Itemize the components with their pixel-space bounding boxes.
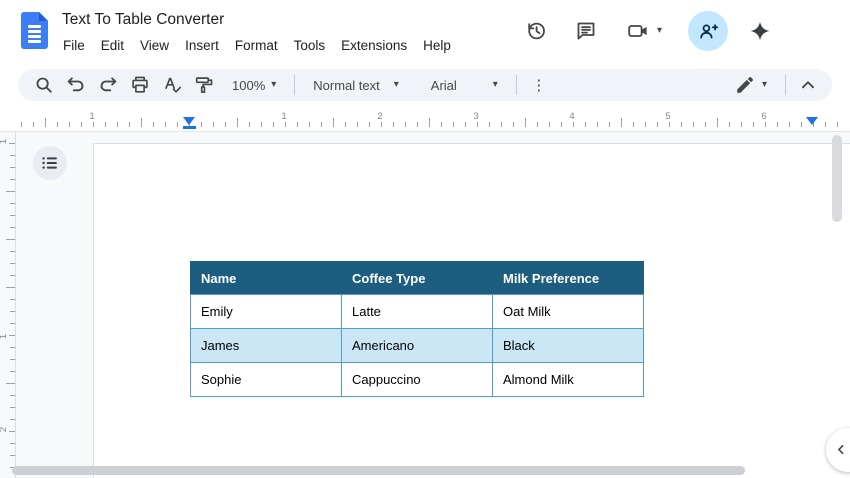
toolbar-divider — [785, 75, 786, 95]
horizontal-scrollbar[interactable] — [12, 466, 745, 475]
ruler-label: 6 — [759, 111, 768, 122]
share-button[interactable] — [688, 11, 728, 51]
undo-icon[interactable] — [64, 73, 88, 97]
table-cell[interactable]: Almond Milk — [493, 363, 644, 397]
table-cell[interactable]: Black — [493, 329, 644, 363]
menu-view[interactable]: View — [132, 36, 177, 55]
table-row-highlighted: James Americano Black — [191, 329, 644, 363]
table-cell[interactable]: Sophie — [191, 363, 342, 397]
vertical-ruler — [15, 132, 16, 478]
person-add-icon — [696, 19, 720, 43]
menu-tools[interactable]: Tools — [286, 36, 334, 55]
menu-format[interactable]: Format — [227, 36, 286, 55]
zoom-select[interactable]: 100% ▾ — [226, 73, 282, 97]
zoom-value: 100% — [232, 78, 265, 93]
table-header-cell[interactable]: Coffee Type — [342, 262, 493, 295]
ruler-label: 5 — [663, 111, 672, 122]
logo-fold-shadow — [39, 12, 48, 21]
paint-format-icon[interactable] — [192, 73, 216, 97]
table-header-row: Name Coffee Type Milk Preference — [191, 262, 644, 295]
docs-logo-icon[interactable] — [21, 12, 48, 49]
table-header-cell[interactable]: Milk Preference — [493, 262, 644, 295]
font-value: Arial — [431, 78, 457, 93]
ruler-label: 2 — [0, 425, 9, 434]
table-cell[interactable]: James — [191, 329, 342, 363]
ruler-label: 1 — [87, 111, 96, 122]
horizontal-ruler: 1 1 2 3 4 5 6 — [0, 105, 850, 132]
table-cell[interactable]: Americano — [342, 329, 493, 363]
toolbar: 100% ▾ Normal text ▾ Arial ▾ ⋮ ▾ — [18, 69, 832, 101]
ruler-label: 1 — [0, 332, 9, 341]
editing-mode-select[interactable]: ▾ — [728, 73, 773, 97]
chevron-down-icon: ▾ — [493, 80, 498, 90]
font-select[interactable]: Arial ▾ — [425, 73, 504, 97]
menu-help[interactable]: Help — [415, 36, 459, 55]
gemini-sparkle-icon[interactable] — [748, 19, 772, 43]
vertical-scrollbar[interactable] — [832, 135, 842, 222]
ruler-ticks — [45, 118, 845, 127]
document-table: Name Coffee Type Milk Preference Emily L… — [190, 261, 644, 397]
table-row: Emily Latte Oat Milk — [191, 295, 644, 329]
ruler-label: 4 — [567, 111, 576, 122]
video-call-button[interactable]: ▾ — [626, 19, 662, 43]
comments-icon[interactable] — [574, 19, 598, 43]
top-actions: ▾ — [524, 9, 772, 53]
chevron-left-icon — [831, 440, 850, 460]
document-outline-button[interactable] — [33, 146, 67, 180]
document-page[interactable]: Name Coffee Type Milk Preference Emily L… — [93, 143, 850, 478]
search-icon[interactable] — [32, 73, 56, 97]
video-camera-icon — [626, 19, 652, 43]
toolbar-divider — [294, 75, 295, 95]
table-cell[interactable]: Emily — [191, 295, 342, 329]
menu-bar: File Edit View Insert Format Tools Exten… — [55, 36, 459, 55]
ruler-label: 2 — [375, 111, 384, 122]
hide-menus-chevron-up-icon[interactable] — [796, 73, 820, 97]
style-value: Normal text — [313, 78, 379, 93]
document-title[interactable]: Text To Table Converter — [62, 11, 224, 29]
left-indent-marker[interactable] — [183, 117, 195, 125]
outline-list-icon — [39, 152, 61, 174]
toolbar-divider — [516, 75, 517, 95]
table-cell[interactable]: Latte — [342, 295, 493, 329]
pencil-icon — [734, 74, 756, 96]
top-bar: Text To Table Converter File Edit View I… — [0, 0, 850, 62]
chevron-down-icon: ▾ — [271, 80, 276, 90]
paragraph-style-select[interactable]: Normal text ▾ — [307, 73, 405, 97]
chevron-down-icon: ▾ — [657, 26, 662, 36]
chevron-down-icon: ▾ — [394, 80, 399, 90]
menu-file[interactable]: File — [55, 36, 93, 55]
ruler-label: 3 — [471, 111, 480, 122]
menu-extensions[interactable]: Extensions — [333, 36, 415, 55]
left-margin-marker[interactable] — [183, 126, 196, 129]
document-canvas: 1 1 2 Name Coffee Type Milk Preference — [0, 132, 850, 478]
table-cell[interactable]: Cappuccino — [342, 363, 493, 397]
menu-edit[interactable]: Edit — [93, 36, 132, 55]
redo-icon[interactable] — [96, 73, 120, 97]
spell-check-icon[interactable] — [160, 73, 184, 97]
table-header-cell[interactable]: Name — [191, 262, 342, 295]
version-history-icon[interactable] — [524, 19, 548, 43]
right-indent-marker[interactable] — [806, 117, 818, 125]
ruler-label: 1 — [279, 111, 288, 122]
menu-insert[interactable]: Insert — [177, 36, 227, 55]
google-docs-app: Text To Table Converter File Edit View I… — [0, 0, 850, 478]
more-options-icon[interactable]: ⋮ — [527, 73, 551, 97]
ruler-label: 1 — [0, 137, 9, 146]
chevron-down-icon: ▾ — [762, 80, 767, 90]
table-cell[interactable]: Oat Milk — [493, 295, 644, 329]
table-row: Sophie Cappuccino Almond Milk — [191, 363, 644, 397]
print-icon[interactable] — [128, 73, 152, 97]
